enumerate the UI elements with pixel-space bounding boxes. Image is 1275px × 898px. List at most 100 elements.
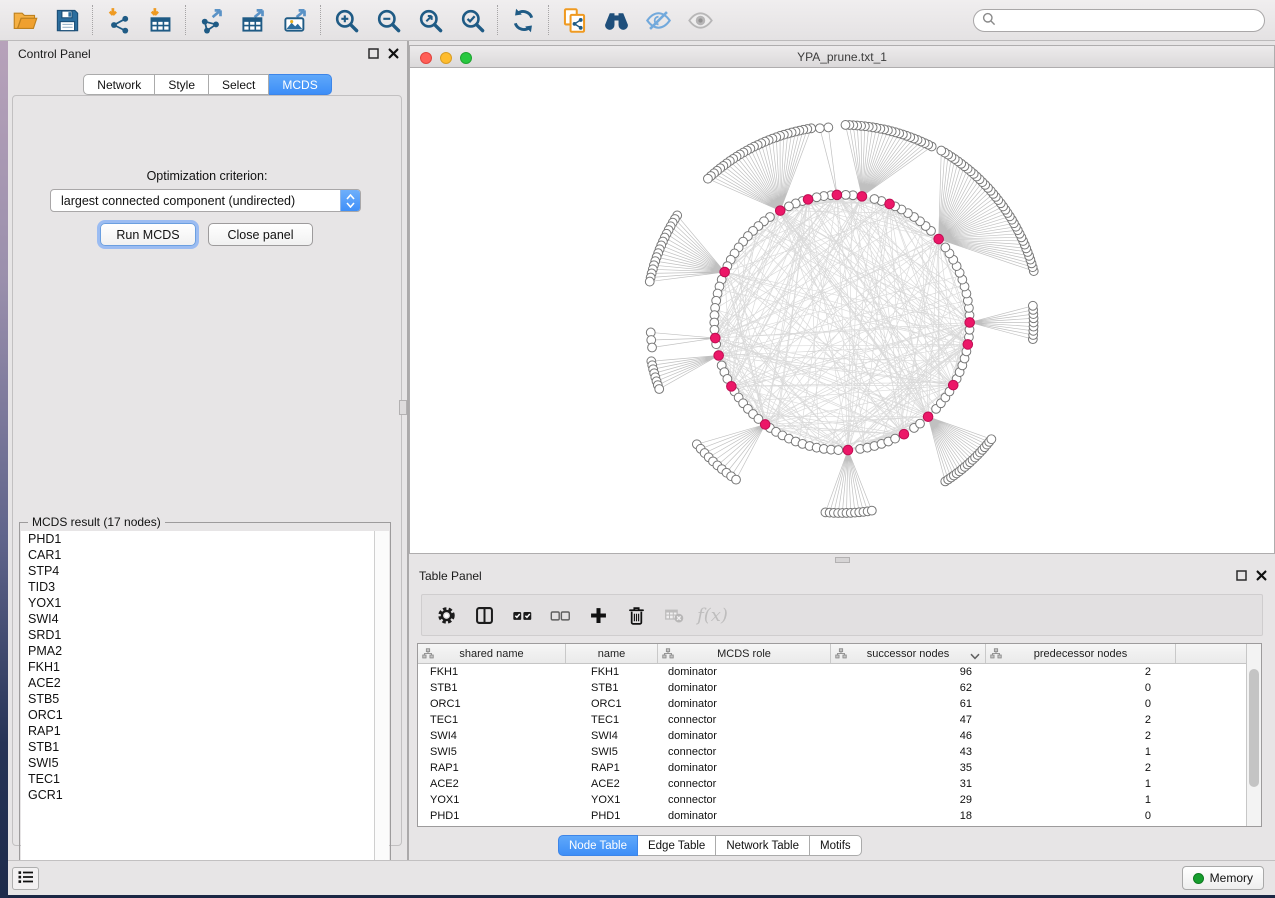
table-row[interactable]: YOX1YOX1connector291 — [418, 792, 1261, 808]
close-panel-button[interactable] — [388, 48, 399, 59]
tab-select[interactable]: Select — [209, 74, 269, 95]
table-row[interactable]: SWI5SWI5connector431 — [418, 744, 1261, 760]
cell-predecessor_nodes[interactable]: 2 — [986, 762, 1176, 774]
table-row[interactable]: FKH1FKH1dominator962 — [418, 664, 1261, 680]
export-image-button[interactable] — [274, 2, 316, 38]
cell-predecessor_nodes[interactable]: 0 — [986, 698, 1176, 710]
first-neighbors-button[interactable] — [595, 2, 637, 38]
mcds-result-item[interactable]: CAR1 — [21, 547, 389, 563]
mcds-result-item[interactable]: PHD1 — [21, 531, 389, 547]
column-header-predecessor-nodes[interactable]: predecessor nodes — [986, 644, 1176, 663]
tab-network-table[interactable]: Network Table — [716, 835, 810, 856]
memory-button[interactable]: Memory — [1182, 866, 1264, 890]
cell-name[interactable]: RAP1 — [566, 762, 658, 774]
cell-successor_nodes[interactable]: 35 — [831, 762, 986, 774]
cell-shared_name[interactable]: SWI4 — [418, 730, 566, 742]
mcds-result-item[interactable]: SRD1 — [21, 627, 389, 643]
cell-shared_name[interactable]: YOX1 — [418, 794, 566, 806]
mcds-result-item[interactable]: ORC1 — [21, 707, 389, 723]
mcds-result-item[interactable]: STB5 — [21, 691, 389, 707]
zoom-selected-button[interactable] — [451, 2, 493, 38]
cell-predecessor_nodes[interactable]: 1 — [986, 778, 1176, 790]
cell-predecessor_nodes[interactable]: 2 — [986, 714, 1176, 726]
cell-mcds_role[interactable]: connector — [658, 778, 831, 790]
close-table-panel-button[interactable] — [1256, 570, 1267, 581]
cell-shared_name[interactable]: RAP1 — [418, 762, 566, 774]
optimization-criterion-select[interactable]: largest connected component (undirected) — [50, 189, 361, 212]
cell-successor_nodes[interactable]: 18 — [831, 810, 986, 822]
select-all-rows-button[interactable] — [508, 600, 537, 630]
zoom-in-button[interactable] — [325, 2, 367, 38]
cell-mcds_role[interactable]: connector — [658, 746, 831, 758]
cell-name[interactable]: ACE2 — [566, 778, 658, 790]
cell-shared_name[interactable]: STB1 — [418, 682, 566, 694]
mcds-result-item[interactable]: TEC1 — [21, 771, 389, 787]
float-panel-button[interactable] — [368, 48, 379, 59]
cell-mcds_role[interactable]: dominator — [658, 666, 831, 678]
cell-name[interactable]: TEC1 — [566, 714, 658, 726]
cell-mcds_role[interactable]: connector — [658, 714, 831, 726]
mcds-result-item[interactable]: STB1 — [21, 739, 389, 755]
export-network-button[interactable] — [190, 2, 232, 38]
zoom-out-button[interactable] — [367, 2, 409, 38]
cell-successor_nodes[interactable]: 31 — [831, 778, 986, 790]
mcds-result-item[interactable]: ACE2 — [21, 675, 389, 691]
table-scrollbar[interactable] — [1246, 644, 1261, 826]
cell-name[interactable]: YOX1 — [566, 794, 658, 806]
import-table-button[interactable] — [139, 2, 181, 38]
cell-predecessor_nodes[interactable]: 0 — [986, 682, 1176, 694]
deselect-all-rows-button[interactable] — [546, 600, 575, 630]
cell-shared_name[interactable]: PHD1 — [418, 810, 566, 822]
vertical-splitter-handle[interactable] — [399, 400, 407, 415]
table-row[interactable]: PHD1PHD1dominator180 — [418, 808, 1261, 824]
apply-layout-button[interactable] — [502, 2, 544, 38]
delete-column-button[interactable] — [622, 600, 651, 630]
clone-network-button[interactable] — [553, 2, 595, 38]
table-row[interactable]: RAP1RAP1dominator352 — [418, 760, 1261, 776]
cell-shared_name[interactable]: SWI5 — [418, 746, 566, 758]
cell-name[interactable]: FKH1 — [566, 666, 658, 678]
tab-motifs[interactable]: Motifs — [810, 835, 862, 856]
mcds-result-item[interactable]: PMA2 — [21, 643, 389, 659]
window-close-light[interactable] — [420, 52, 432, 64]
network-window-titlebar[interactable]: YPA_prune.txt_1 — [409, 45, 1275, 68]
tab-network[interactable]: Network — [83, 74, 155, 95]
mcds-result-item[interactable]: FKH1 — [21, 659, 389, 675]
cell-name[interactable]: ORC1 — [566, 698, 658, 710]
create-column-button[interactable] — [584, 600, 613, 630]
run-mcds-button[interactable]: Run MCDS — [100, 223, 196, 246]
cell-mcds_role[interactable]: dominator — [658, 810, 831, 822]
search-input[interactable] — [996, 11, 1264, 30]
window-zoom-light[interactable] — [460, 52, 472, 64]
cell-successor_nodes[interactable]: 61 — [831, 698, 986, 710]
cell-shared_name[interactable]: TEC1 — [418, 714, 566, 726]
network-canvas[interactable] — [409, 68, 1275, 554]
cell-successor_nodes[interactable]: 29 — [831, 794, 986, 806]
mcds-result-item[interactable]: SWI4 — [21, 611, 389, 627]
cell-name[interactable]: SWI5 — [566, 746, 658, 758]
save-session-button[interactable] — [46, 2, 88, 38]
table-row[interactable]: ACE2ACE2connector311 — [418, 776, 1261, 792]
mcds-result-item[interactable]: STP4 — [21, 563, 389, 579]
cell-predecessor_nodes[interactable]: 2 — [986, 666, 1176, 678]
cell-successor_nodes[interactable]: 96 — [831, 666, 986, 678]
column-header-MCDS-role[interactable]: MCDS role — [658, 644, 831, 663]
table-row[interactable]: TEC1TEC1connector472 — [418, 712, 1261, 728]
zoom-fit-button[interactable] — [409, 2, 451, 38]
cell-successor_nodes[interactable]: 47 — [831, 714, 986, 726]
table-row[interactable]: STB1STB1dominator620 — [418, 680, 1261, 696]
cell-mcds_role[interactable]: dominator — [658, 730, 831, 742]
cell-name[interactable]: SWI4 — [566, 730, 658, 742]
cell-mcds_role[interactable]: connector — [658, 794, 831, 806]
table-row[interactable]: SWI4SWI4dominator462 — [418, 728, 1261, 744]
mcds-result-item[interactable]: SWI5 — [21, 755, 389, 771]
mcds-result-item[interactable]: TID3 — [21, 579, 389, 595]
export-table-button[interactable] — [232, 2, 274, 38]
import-network-button[interactable] — [97, 2, 139, 38]
open-file-button[interactable] — [4, 2, 46, 38]
column-header-shared-name[interactable]: shared name — [418, 644, 566, 663]
cell-mcds_role[interactable]: dominator — [658, 682, 831, 694]
cell-mcds_role[interactable]: dominator — [658, 698, 831, 710]
table-scrollbar-thumb[interactable] — [1249, 669, 1259, 787]
function-builder-button[interactable]: f(x) — [698, 600, 727, 630]
